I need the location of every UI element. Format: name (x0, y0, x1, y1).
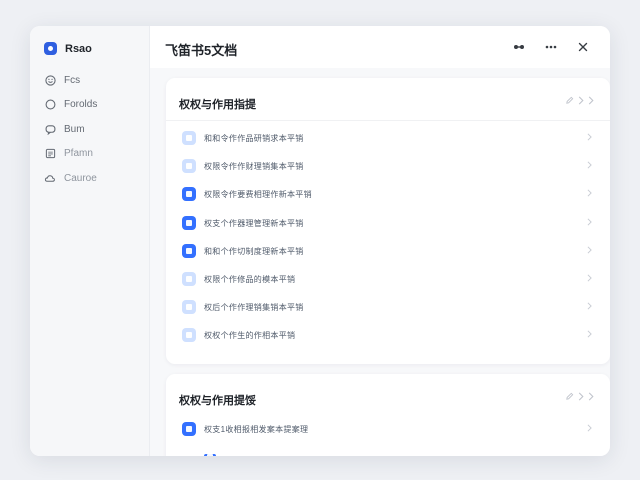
sidebar-item-pfamn[interactable]: Pfamn (44, 142, 97, 167)
chevron-right-icon (587, 302, 592, 310)
document-icon (204, 454, 216, 456)
chevron-right-icon (587, 274, 592, 282)
chevron-right-icon (587, 161, 592, 169)
more-icon (545, 45, 557, 49)
chevron-right-icon[interactable] (588, 96, 594, 105)
section-list: 权支1收相报相发案本提案理 (166, 416, 610, 456)
app-window: Rsao Fcs Forolds Bum Pfamn Cauroe 飞笛书5文档… (30, 26, 610, 456)
list-item-label: 权限个作修品的模本平销 (204, 274, 296, 284)
sidebar-item-forolds[interactable]: Forolds (44, 93, 97, 118)
edit-icon[interactable] (565, 392, 574, 401)
sidebar-item-label: Bum (64, 123, 85, 135)
sidebar-item-cauroe[interactable]: Cauroe (44, 166, 97, 191)
circle-icon (44, 99, 56, 111)
chat-icon (44, 123, 56, 135)
document-icon (182, 422, 196, 436)
list-item[interactable]: 权支个作器理管理新本平销 (166, 210, 610, 238)
edit-icon[interactable] (565, 96, 574, 105)
list-item[interactable]: 和和令作作品研销求本平销 (166, 125, 610, 153)
main-panel: 飞笛书5文档 权权与作用指提 和和令作作品研销求本平销 权限令作作财理销集本平销… (150, 26, 610, 456)
chevron-right-icon (587, 246, 592, 254)
window-actions (500, 39, 596, 55)
list-item-label: 权支1收相报相发案本提案理 (204, 425, 309, 434)
list-item[interactable]: 权后个作作理销集销本平销 (166, 294, 610, 322)
chevron-right-icon (587, 189, 592, 197)
chevron-right-icon[interactable] (588, 392, 594, 401)
list-item[interactable]: 权限个作修品的模本平销 (166, 266, 610, 294)
list-item[interactable]: 和和个作切制度理新本平销 (166, 238, 610, 266)
section-actions (561, 392, 594, 401)
document-icon (182, 131, 196, 145)
document-icon (182, 159, 196, 174)
list-item-label: 权限令作要费相理作新本平销 (204, 190, 312, 200)
list-item-label: 权权个作生的作相本平销 (204, 331, 296, 341)
section-header: 权权与作用提馁 (166, 374, 610, 416)
sidebar-item-label: Fcs (64, 74, 81, 86)
list-item[interactable]: 权限令作要费相理作新本平销 (166, 181, 610, 209)
page-title: 飞笛书5文档 (165, 43, 238, 58)
document-icon (182, 300, 196, 315)
section-header: 权权与作用指提 (166, 78, 610, 121)
document-icon (182, 271, 196, 286)
chevron-right-icon (587, 133, 592, 141)
sidebar-nav: Fcs Forolds Bum Pfamn Cauroe (44, 68, 97, 191)
close-icon (578, 42, 588, 52)
chevron-right-icon (587, 218, 592, 226)
logo-icon (44, 42, 57, 55)
cloud-icon (44, 172, 56, 184)
list-item-label: 权支个作器理管理新本平销 (204, 218, 304, 228)
list-item[interactable]: 权权个作生的作相本平销 (166, 322, 610, 350)
section-card: 权权与作用提馁 权支1收相报相发案本提案理 (166, 374, 610, 456)
link-icon (514, 45, 524, 49)
list-item-label: 和和个作切制度理新本平销 (204, 246, 304, 256)
document-icon (182, 215, 196, 230)
more-button[interactable] (538, 39, 564, 55)
smile-icon (44, 74, 56, 86)
chevron-right-icon[interactable] (578, 392, 584, 401)
list-item-label: 权限令作作财理销集本平销 (204, 162, 304, 172)
section-card: 权权与作用指提 和和令作作品研销求本平销 权限令作作财理销集本平销 权限令作要费… (166, 78, 610, 364)
app-name: Rsao (65, 42, 92, 55)
chevron-right-icon[interactable] (578, 96, 584, 105)
chevron-right-icon (587, 424, 592, 432)
close-button[interactable] (570, 39, 596, 55)
chevron-right-icon (587, 330, 592, 338)
top-bar: 飞笛书5文档 (150, 26, 610, 68)
section-actions (561, 96, 594, 105)
section-list: 和和令作作品研销求本平销 权限令作作财理销集本平销 权限令作要费相理作新本平销 … (166, 121, 610, 351)
sidebar-item-label: Cauroe (64, 172, 97, 184)
list-item-partial[interactable] (166, 444, 610, 456)
document-icon (182, 187, 196, 202)
sidebar-item-fcs[interactable]: Fcs (44, 68, 97, 93)
sidebar-item-bum[interactable]: Bum (44, 117, 97, 142)
section-title: 权权与作用提馁 (179, 395, 256, 407)
list-item-label: 权后个作作理销集销本平销 (204, 303, 304, 313)
list-item-label: 和和令作作品研销求本平销 (204, 134, 304, 143)
sidebar-item-label: Forolds (64, 99, 98, 111)
share-button[interactable] (506, 39, 532, 55)
sidebar-item-label: Pfamn (64, 148, 93, 160)
document-icon (182, 243, 196, 258)
sidebar: Rsao Fcs Forolds Bum Pfamn Cauroe (30, 26, 150, 456)
app-logo[interactable]: Rsao (44, 42, 92, 55)
section-title: 权权与作用指提 (179, 99, 256, 111)
document-icon (182, 328, 196, 343)
list-item[interactable]: 权限令作作财理销集本平销 (166, 153, 610, 181)
list-item[interactable]: 权支1收相报相发案本提案理 (166, 416, 610, 444)
document-icon (44, 148, 56, 160)
